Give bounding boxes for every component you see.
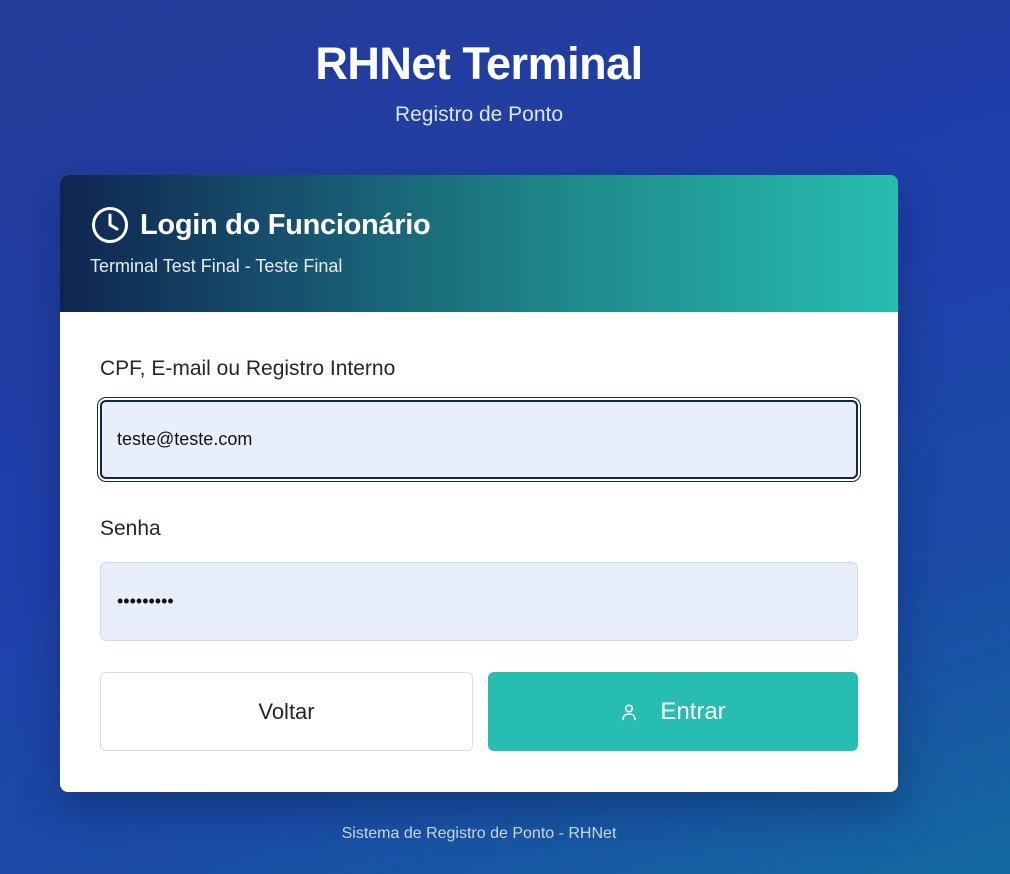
terminal-name: Terminal Test Final - Teste Final bbox=[90, 256, 343, 276]
footer-text: Sistema de Registro de Ponto - RHNet bbox=[341, 825, 617, 842]
login-card-header: Login do Funcionário Terminal Test Final… bbox=[60, 175, 898, 312]
user-icon bbox=[622, 703, 637, 720]
login-card-title: Login do Funcionário bbox=[140, 209, 431, 241]
login-button[interactable]: Entrar bbox=[488, 672, 858, 751]
app-subtitle: Registro de Ponto bbox=[394, 103, 564, 126]
app-title: RHNet Terminal bbox=[315, 38, 643, 89]
identifier-label: CPF, E-mail ou Registro Interno bbox=[100, 357, 396, 380]
clock-icon bbox=[92, 207, 128, 243]
login-card: Login do Funcionário Terminal Test Final… bbox=[60, 175, 898, 792]
back-button[interactable]: Voltar bbox=[100, 672, 473, 751]
login-button-label: Entrar bbox=[660, 697, 726, 725]
password-label: Senha bbox=[100, 517, 161, 540]
password-input[interactable] bbox=[100, 562, 858, 641]
identifier-input[interactable] bbox=[100, 400, 858, 479]
back-button-label: Voltar bbox=[258, 698, 315, 724]
